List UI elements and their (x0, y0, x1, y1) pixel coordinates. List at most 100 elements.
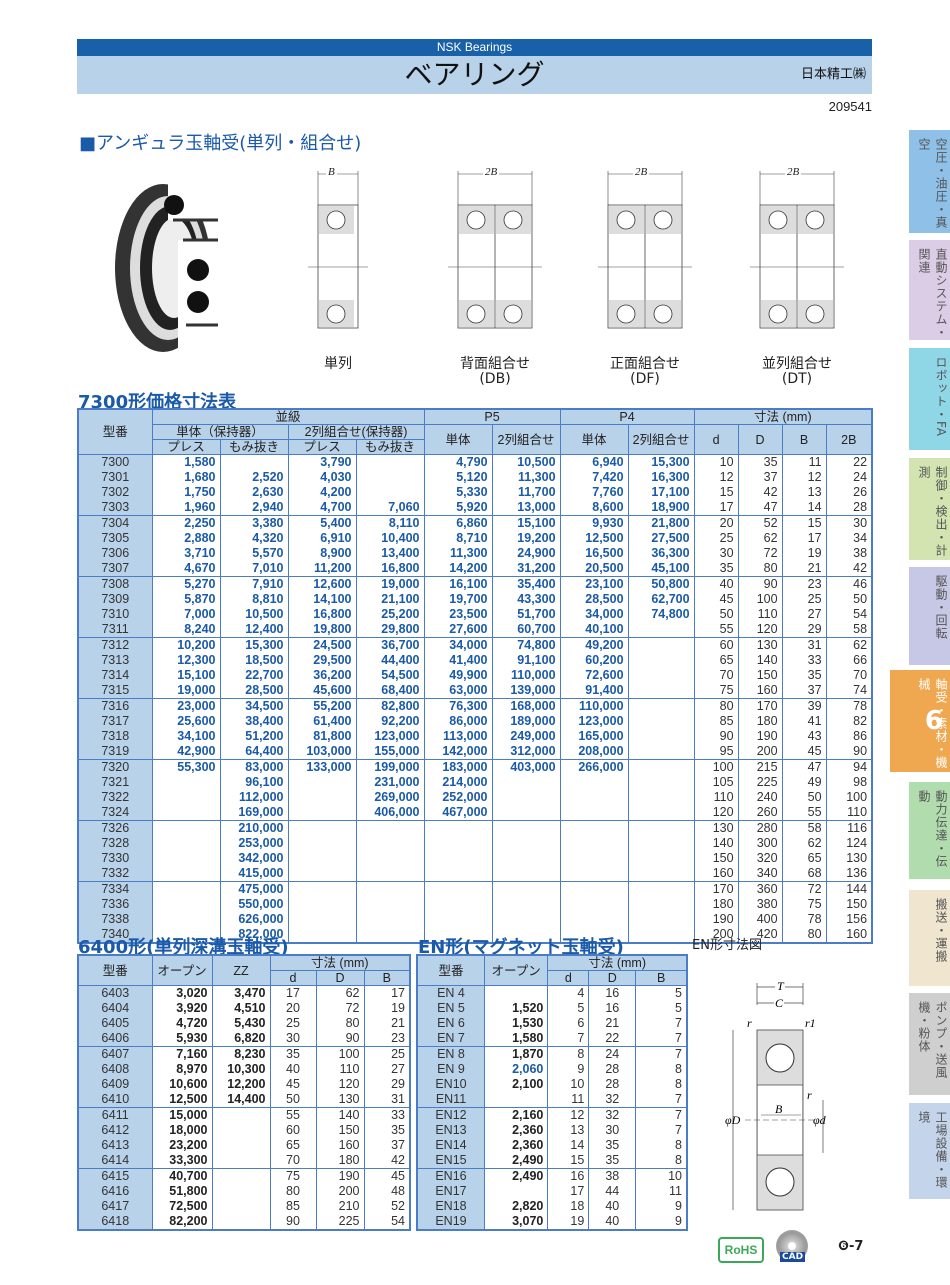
side-tab-label: 搬送・運搬 (934, 898, 948, 963)
side-tab[interactable]: 直動システム・関連 (909, 240, 950, 340)
value-cell: 169,000 (219, 805, 289, 821)
value-cell: 54 (363, 1214, 411, 1230)
value-cell: 44 (588, 1184, 637, 1199)
value-cell (219, 454, 289, 470)
side-tab[interactable]: 駆動・回転 (909, 567, 950, 665)
value-cell: 12,600 (287, 576, 357, 592)
value-cell: 8 (635, 1138, 688, 1153)
value-cell: 168,000 (491, 698, 561, 714)
value-cell: 200 (315, 1184, 365, 1199)
table-row: EN 4 4 16 5 (416, 985, 688, 1001)
caption-sub: (DF) (630, 371, 660, 387)
model-cell: EN11 (416, 1092, 485, 1108)
value-cell (287, 790, 357, 805)
value-cell: 46 (825, 576, 873, 592)
value-cell: 10,400 (355, 531, 425, 546)
diagram-db (448, 171, 542, 329)
table-row: 7324 169,000 406,000 467,000 120 260 55 110 (77, 805, 873, 821)
table-row: EN 7 1,580 7 22 7 (416, 1031, 688, 1047)
diagram-caption: 単列 (288, 357, 388, 372)
table-row: EN11 11 32 7 (416, 1092, 688, 1108)
table-row: 6416 51,800 80 200 48 (77, 1184, 411, 1199)
value-cell: 113,000 (423, 729, 493, 744)
value-cell: 58 (781, 820, 827, 836)
model-cell: 7332 (77, 866, 153, 882)
value-cell: 30 (825, 515, 873, 531)
value-cell: 144 (825, 881, 873, 897)
table-row: 7310 7,000 10,500 16,800 25,200 23,500 51,700 3… (77, 607, 873, 622)
value-cell: 27 (363, 1062, 411, 1077)
value-cell: 90 (825, 744, 873, 760)
value-cell: 183,000 (423, 759, 493, 775)
value-cell: 31 (781, 637, 827, 653)
brand-bar: NSK Bearings (77, 39, 872, 56)
value-cell: 18 (547, 1199, 590, 1214)
model-cell: 6416 (77, 1184, 153, 1199)
value-cell: 55 (693, 622, 739, 638)
value-cell: 7 (635, 1092, 688, 1108)
value-cell: 31,200 (491, 561, 561, 577)
value-cell (627, 897, 695, 912)
value-cell (627, 851, 695, 866)
value-cell: 180 (315, 1153, 365, 1169)
side-tab[interactable]: 制御・検出・計測 (909, 458, 950, 560)
value-cell: 44,400 (355, 653, 425, 668)
value-cell: 72 (315, 1001, 365, 1016)
side-tab[interactable]: 空圧・油圧・真空 (909, 130, 950, 233)
value-cell (287, 775, 357, 790)
width-label: 2B (633, 166, 650, 178)
value-cell: 75 (693, 683, 739, 699)
value-cell (211, 1107, 271, 1123)
model-cell: 7311 (77, 622, 153, 638)
side-tab[interactable]: 動力伝達・伝動 (909, 782, 950, 879)
value-cell (627, 881, 695, 897)
model-cell: 7316 (77, 698, 153, 714)
value-cell: 18,900 (627, 500, 695, 516)
value-cell: 48 (363, 1184, 411, 1199)
value-cell: 130 (825, 851, 873, 866)
value-cell: 72,600 (559, 668, 629, 683)
side-tab[interactable]: ロボット・FA (909, 348, 950, 450)
table-row: EN13 2,360 13 30 7 (416, 1123, 688, 1138)
value-cell: 150 (825, 897, 873, 912)
value-cell: 8,110 (355, 515, 425, 531)
value-cell: 214,000 (423, 775, 493, 790)
value-cell (287, 851, 357, 866)
side-tab[interactable]: ポンプ・送風機・粉体 (909, 993, 950, 1095)
value-cell: 28 (825, 500, 873, 516)
value-cell: 10,500 (491, 454, 561, 470)
value-cell (355, 454, 425, 470)
value-cell: 8,810 (219, 592, 289, 607)
value-cell: 7,760 (559, 485, 629, 500)
value-cell: 32 (588, 1092, 637, 1108)
model-cell: 6413 (77, 1138, 153, 1153)
value-cell: 11,700 (491, 485, 561, 500)
table-row: EN12 2,160 12 32 7 (416, 1107, 688, 1123)
model-cell: EN 6 (416, 1016, 485, 1031)
side-tab[interactable]: 搬送・運搬 (909, 890, 950, 986)
table-row: EN17 17 44 11 (416, 1184, 688, 1199)
value-cell: 103,000 (287, 744, 357, 760)
side-tab[interactable]: 工場設備・環境 (909, 1103, 950, 1199)
value-cell: 14 (547, 1138, 590, 1153)
col-p5-single: 単体 (423, 424, 493, 455)
cad-disc-icon[interactable]: CAD (776, 1230, 808, 1262)
value-cell: 140 (737, 653, 783, 668)
value-cell (151, 820, 221, 836)
model-cell: 7301 (77, 470, 153, 485)
value-cell: 82,200 (151, 1214, 213, 1230)
diagram-caption: 並列組合せ (DT) (747, 357, 847, 387)
model-cell: EN 4 (416, 985, 485, 1001)
value-cell: 25 (363, 1046, 411, 1062)
side-tab[interactable]: 軸受・素材・機械 6 (890, 670, 950, 772)
side-tab-label: 工場設備・環境 (917, 1111, 948, 1189)
value-cell: 1,580 (151, 454, 221, 470)
col-p5: P5 (423, 408, 561, 425)
value-cell: 11,300 (491, 470, 561, 485)
diagram-caption: 背面組合せ (DB) (445, 357, 545, 387)
value-cell: 16 (588, 1001, 637, 1016)
value-cell: 142,000 (423, 744, 493, 760)
value-cell: 3,070 (483, 1214, 549, 1230)
table-row: 7319 42,900 64,400 103,000 155,000 142,000 312… (77, 744, 873, 760)
value-cell: 54,500 (355, 668, 425, 683)
